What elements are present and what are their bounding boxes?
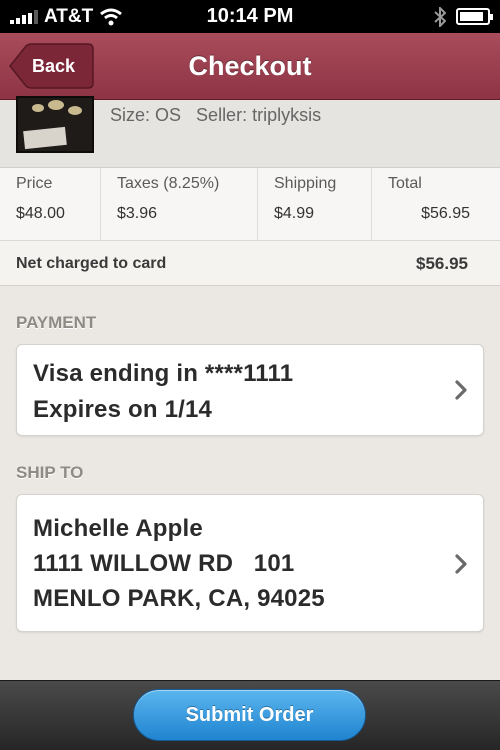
ship-to-name: Michelle Apple [33,515,203,542]
net-charged-value: $56.95 [416,254,468,273]
bottom-toolbar: Submit Order [0,680,500,750]
page-title: Checkout [188,51,312,81]
taxes-header: Taxes (8.25%) [117,175,220,192]
ship-to-address-line1: 1111 WILLOW RD 101 [33,550,295,577]
ship-to-section-header: SHIP TO [16,463,84,482]
battery-fill [460,12,484,21]
shipping-header: Shipping [274,175,337,192]
submit-order-button[interactable]: Submit Order [133,689,366,741]
carrier-label: AT&T [44,5,94,27]
ship-to-address-line2: MENLO PARK, CA, 94025 [33,585,325,612]
payment-expiry-line: Expires on 1/14 [33,396,213,423]
payment-section-header: PAYMENT [16,313,97,332]
chevron-right-icon [455,554,467,574]
shipping-value: $4.99 [274,205,315,222]
status-right [434,6,493,27]
payment-method-card[interactable]: Visa ending in ****1111 Expires on 1/14 [16,344,484,436]
battery-icon [456,8,493,25]
total-column: Total $56.95 [372,168,500,240]
product-seller: Seller: triplyksis [196,105,322,125]
taxes-column: Taxes (8.25%) $3.96 [101,168,258,240]
chevron-right-icon [455,380,467,400]
shipping-address-card[interactable]: Michelle Apple 1111 WILLOW RD 101 MENLO … [16,494,484,632]
product-meta: Size: OS Seller: triplyksis [110,105,331,126]
signal-strength-icon [10,9,38,24]
nav-bar: Back Checkout [0,33,500,100]
price-header: Price [16,175,53,192]
product-summary: Size: OS Seller: triplyksis [0,96,500,168]
status-bar: AT&T 10:14 PM [0,0,500,33]
total-value: $56.95 [421,205,470,222]
net-charged-row: Net charged to card $56.95 [0,241,500,286]
shipping-column: Shipping $4.99 [258,168,372,240]
price-value: $48.00 [16,205,65,222]
payment-card-line: Visa ending in ****1111 [33,360,294,387]
price-column: Price $48.00 [0,168,101,240]
product-thumbnail [16,96,94,153]
price-breakdown: Price $48.00 Taxes (8.25%) $3.96 Shippin… [0,168,500,241]
status-left: AT&T [10,6,123,28]
product-size: Size: OS [110,105,182,125]
bluetooth-icon [434,6,446,27]
total-header: Total [388,175,422,192]
wifi-icon [100,8,123,25]
taxes-value: $3.96 [117,205,158,222]
net-charged-label: Net charged to card [16,255,167,272]
